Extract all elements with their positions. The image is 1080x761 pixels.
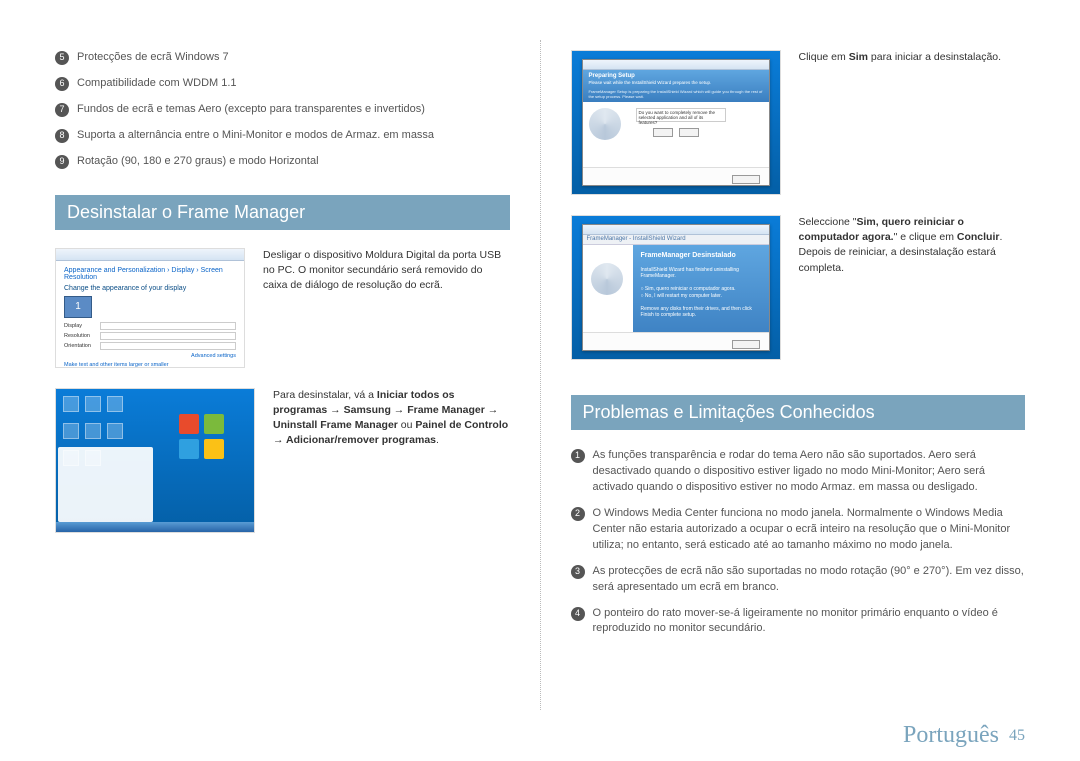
uninstall-step-2-text: Para desinstalar, vá a Iniciar todos os … <box>273 388 510 449</box>
language-label: Português <box>903 722 999 748</box>
list-item: 5 Protecções de ecrã Windows 7 <box>55 50 510 66</box>
thumbnail-installshield-confirm: Preparing Setup Please wait while the In… <box>571 50 781 195</box>
list-item: 8 Suporta a alternância entre o Mini-Moni… <box>55 128 510 144</box>
features-continued-list: 5 Protecções de ecrã Windows 7 6 Compatibi… <box>55 50 510 170</box>
number-badge: 7 <box>55 103 69 117</box>
uninstall-step-1-text: Desligar o dispositivo Moldura Digital d… <box>263 248 510 294</box>
list-text: Fundos de ecrã e temas Aero (excepto par… <box>77 102 425 118</box>
uninstall-step-4-text: Seleccione "Sim, quero reiniciar o compu… <box>799 215 1026 276</box>
windows-logo-icon <box>179 414 224 459</box>
list-item: 1 As funções transparência e rodar do tem… <box>571 448 1026 496</box>
number-badge: 8 <box>55 129 69 143</box>
list-item: 4 O ponteiro do rato mover-se-á ligeirame… <box>571 606 1026 638</box>
number-badge: 4 <box>571 607 585 621</box>
list-item: 3 As protecções de ecrã não são suportada… <box>571 564 1026 596</box>
list-text: O ponteiro do rato mover-se-á ligeiramen… <box>593 606 1026 638</box>
list-text: Suporta a alternância entre o Mini-Monit… <box>77 128 434 144</box>
problems-list: 1 As funções transparência e rodar do tem… <box>571 448 1026 637</box>
uninstall-step-4: FrameManager - InstallShield Wizard Fram… <box>571 215 1026 360</box>
number-badge: 1 <box>571 449 585 463</box>
column-divider <box>540 40 541 710</box>
list-text: As protecções de ecrã não são suportadas… <box>593 564 1026 596</box>
thumbnail-installshield-finish: FrameManager - InstallShield Wizard Fram… <box>571 215 781 360</box>
list-item: 9 Rotação (90, 180 e 270 graus) e modo Ho… <box>55 154 510 170</box>
disc-icon <box>589 108 621 140</box>
list-item: 7 Fundos de ecrã e temas Aero (excepto pa… <box>55 102 510 118</box>
list-text: O Windows Media Center funciona no modo … <box>593 506 1026 554</box>
list-text: Rotação (90, 180 e 270 graus) e modo Hor… <box>77 154 319 170</box>
number-badge: 9 <box>55 155 69 169</box>
section-title-uninstall: Desinstalar o Frame Manager <box>55 195 510 230</box>
list-item: 6 Compatibilidade com WDDM 1.1 <box>55 76 510 92</box>
list-item: 2 O Windows Media Center funciona no modo… <box>571 506 1026 554</box>
page-footer: Português 45 <box>903 722 1025 749</box>
right-column: Preparing Setup Please wait while the In… <box>571 50 1026 720</box>
uninstall-step-2: Para desinstalar, vá a Iniciar todos os … <box>55 388 510 533</box>
thumbnail-screen-resolution: Appearance and Personalization › Display… <box>55 248 245 368</box>
list-text: Compatibilidade com WDDM 1.1 <box>77 76 237 92</box>
mock-breadcrumb: Appearance and Personalization › Display… <box>64 267 236 281</box>
number-badge: 3 <box>571 565 585 579</box>
mock-heading: Change the appearance of your display <box>64 285 236 292</box>
number-badge: 5 <box>55 51 69 65</box>
left-column: 5 Protecções de ecrã Windows 7 6 Compatibi… <box>55 50 510 720</box>
thumbnail-start-menu <box>55 388 255 533</box>
start-menu-mock <box>58 447 153 522</box>
list-text: As funções transparência e rodar do tema… <box>593 448 1026 496</box>
monitor-icon: 1 <box>64 296 92 318</box>
uninstall-step-3-text: Clique em Sim para iniciar a desinstalaç… <box>799 50 1026 65</box>
uninstall-step-3: Preparing Setup Please wait while the In… <box>571 50 1026 195</box>
uninstall-step-1: Appearance and Personalization › Display… <box>55 248 510 368</box>
number-badge: 2 <box>571 507 585 521</box>
page-number: 45 <box>1009 727 1025 744</box>
list-text: Protecções de ecrã Windows 7 <box>77 50 229 66</box>
disc-icon <box>591 263 623 295</box>
number-badge: 6 <box>55 77 69 91</box>
section-title-problems: Problemas e Limitações Conhecidos <box>571 395 1026 430</box>
